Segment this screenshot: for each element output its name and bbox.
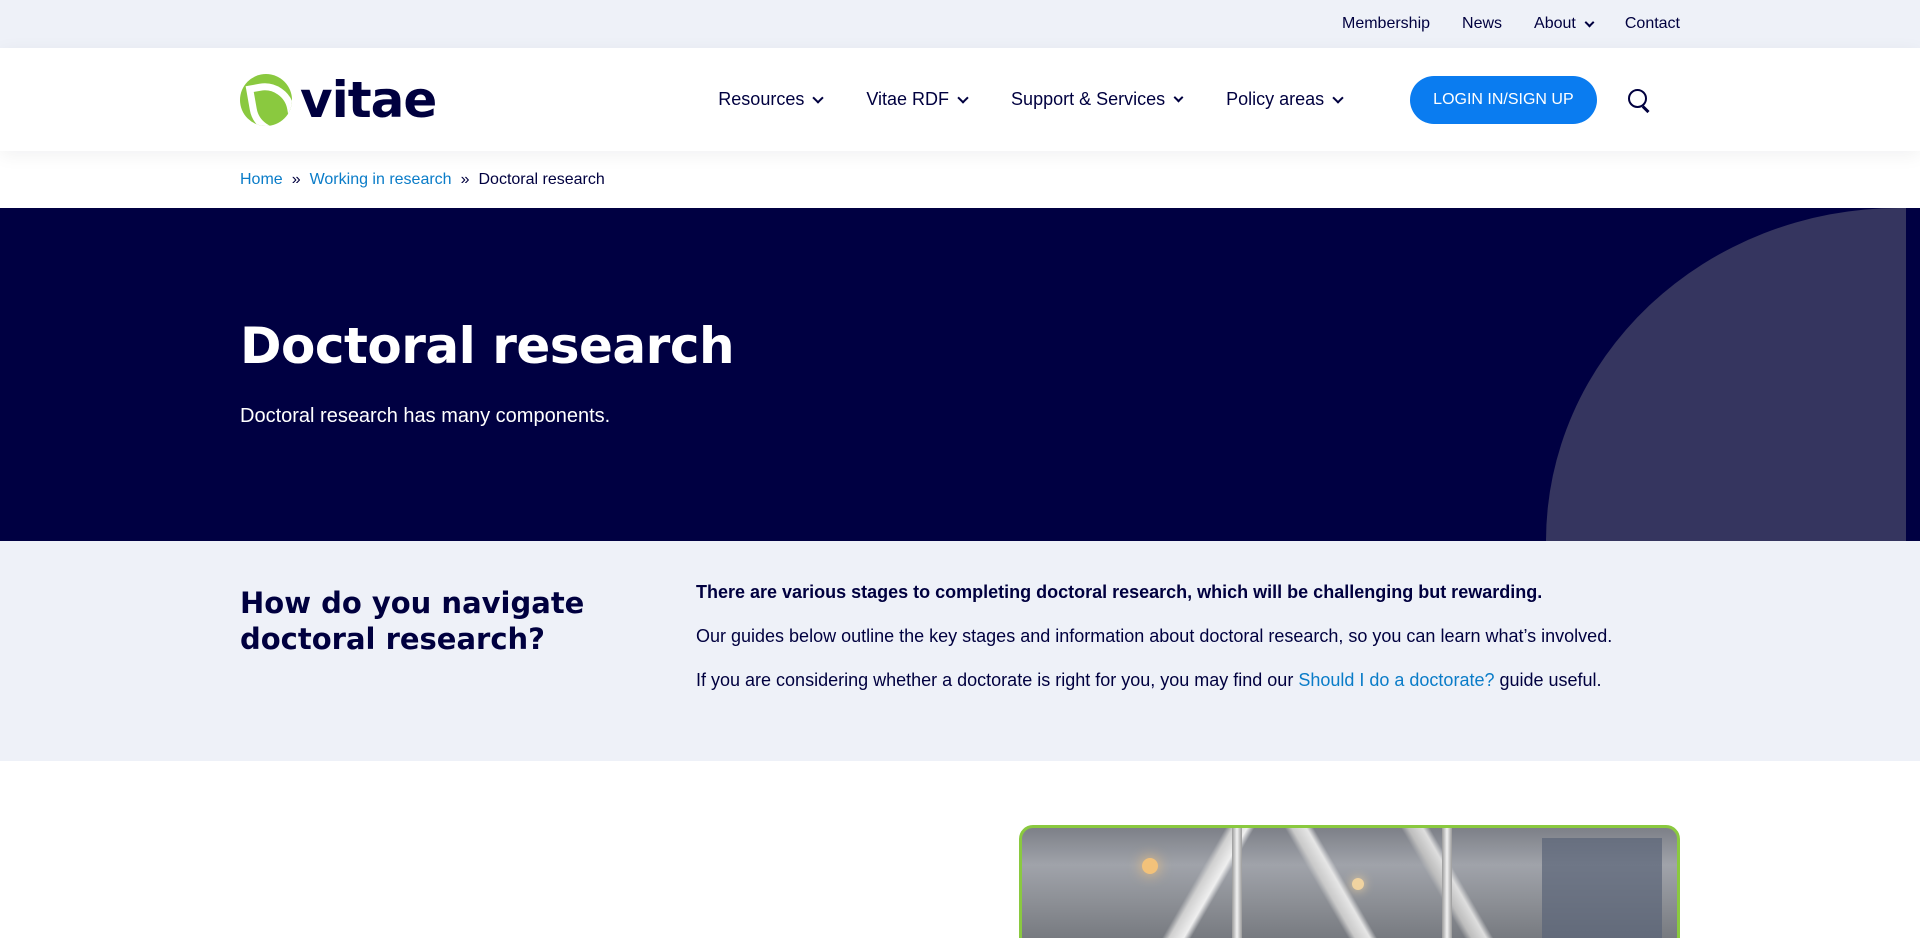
nav-item-label: Vitae RDF: [866, 89, 950, 109]
intro-consider-paragraph: If you are considering whether a doctora…: [696, 669, 1680, 691]
main-nav: Resources Vitae RDF Support & Services P…: [718, 89, 1344, 110]
chevron-down-icon: [1584, 17, 1595, 27]
breadcrumb-separator: »: [460, 170, 470, 188]
utility-bar: Membership News About Contact: [0, 0, 1920, 48]
intro-body: There are various stages to completing d…: [696, 581, 1680, 713]
nav-item-policy-areas[interactable]: Policy areas: [1226, 89, 1344, 110]
photo-detail: [1142, 858, 1158, 874]
nav-item-label: Policy areas: [1226, 89, 1325, 109]
utility-link-news[interactable]: News: [1462, 15, 1502, 33]
photo-detail: [1442, 828, 1452, 938]
content-section: [0, 761, 1920, 938]
nav-item-resources[interactable]: Resources: [718, 89, 825, 110]
intro-lead: There are various stages to completing d…: [696, 582, 1543, 602]
utility-link-about[interactable]: About: [1534, 15, 1595, 33]
nav-item-label: Support & Services: [1011, 89, 1166, 109]
nav-item-vitae-rdf[interactable]: Vitae RDF: [866, 89, 969, 110]
breadcrumb-separator: »: [291, 170, 301, 188]
utility-link-label: Contact: [1624, 15, 1680, 32]
utility-link-label: About: [1534, 15, 1576, 32]
consider-text-after: guide useful.: [1494, 670, 1602, 690]
breadcrumb-current: Doctoral research: [478, 170, 605, 188]
photo-detail: [1542, 838, 1662, 938]
nav-item-support-services[interactable]: Support & Services: [1011, 89, 1184, 110]
nav-item-label: Resources: [718, 89, 805, 109]
consider-text-before: If you are considering whether a doctora…: [696, 670, 1299, 690]
breadcrumb-home-link[interactable]: Home: [240, 171, 283, 189]
logo-wordmark: vitae: [300, 70, 437, 129]
breadcrumb: Home » Working in research » Doctoral re…: [0, 151, 1920, 208]
search-icon[interactable]: [1627, 88, 1651, 112]
photo-detail: [1352, 878, 1364, 890]
intro-heading: How do you navigate doctoral research?: [240, 586, 585, 656]
staircase-photo: [1019, 825, 1680, 938]
chevron-down-icon: [1332, 91, 1344, 104]
hero-banner: Doctoral research Doctoral research has …: [0, 208, 1920, 541]
chevron-down-icon: [812, 91, 825, 104]
utility-link-contact[interactable]: Contact: [1625, 15, 1680, 33]
chevron-down-icon: [1173, 92, 1184, 103]
utility-link-label: Membership: [1342, 15, 1431, 32]
page-subtitle: Doctoral research has many components.: [240, 404, 611, 427]
should-i-do-a-doctorate-link[interactable]: Should I do a doctorate?: [1298, 670, 1494, 690]
main-header: vitae Resources Vitae RDF Support & Serv…: [0, 48, 1920, 151]
site-logo[interactable]: vitae: [240, 70, 437, 129]
breadcrumb-parent-link[interactable]: Working in research: [310, 171, 452, 189]
intro-paragraph: Our guides below outline the key stages …: [696, 626, 1613, 646]
vitae-logo-icon: [240, 73, 292, 126]
photo-detail: [1232, 828, 1242, 938]
login-signup-button[interactable]: LOGIN IN/SIGN UP: [1410, 75, 1597, 124]
utility-link-membership[interactable]: Membership: [1342, 15, 1430, 33]
utility-link-label: News: [1462, 15, 1503, 32]
chevron-down-icon: [957, 91, 969, 104]
intro-section: How do you navigate doctoral research? T…: [0, 541, 1920, 761]
page-title: Doctoral research: [240, 317, 735, 375]
